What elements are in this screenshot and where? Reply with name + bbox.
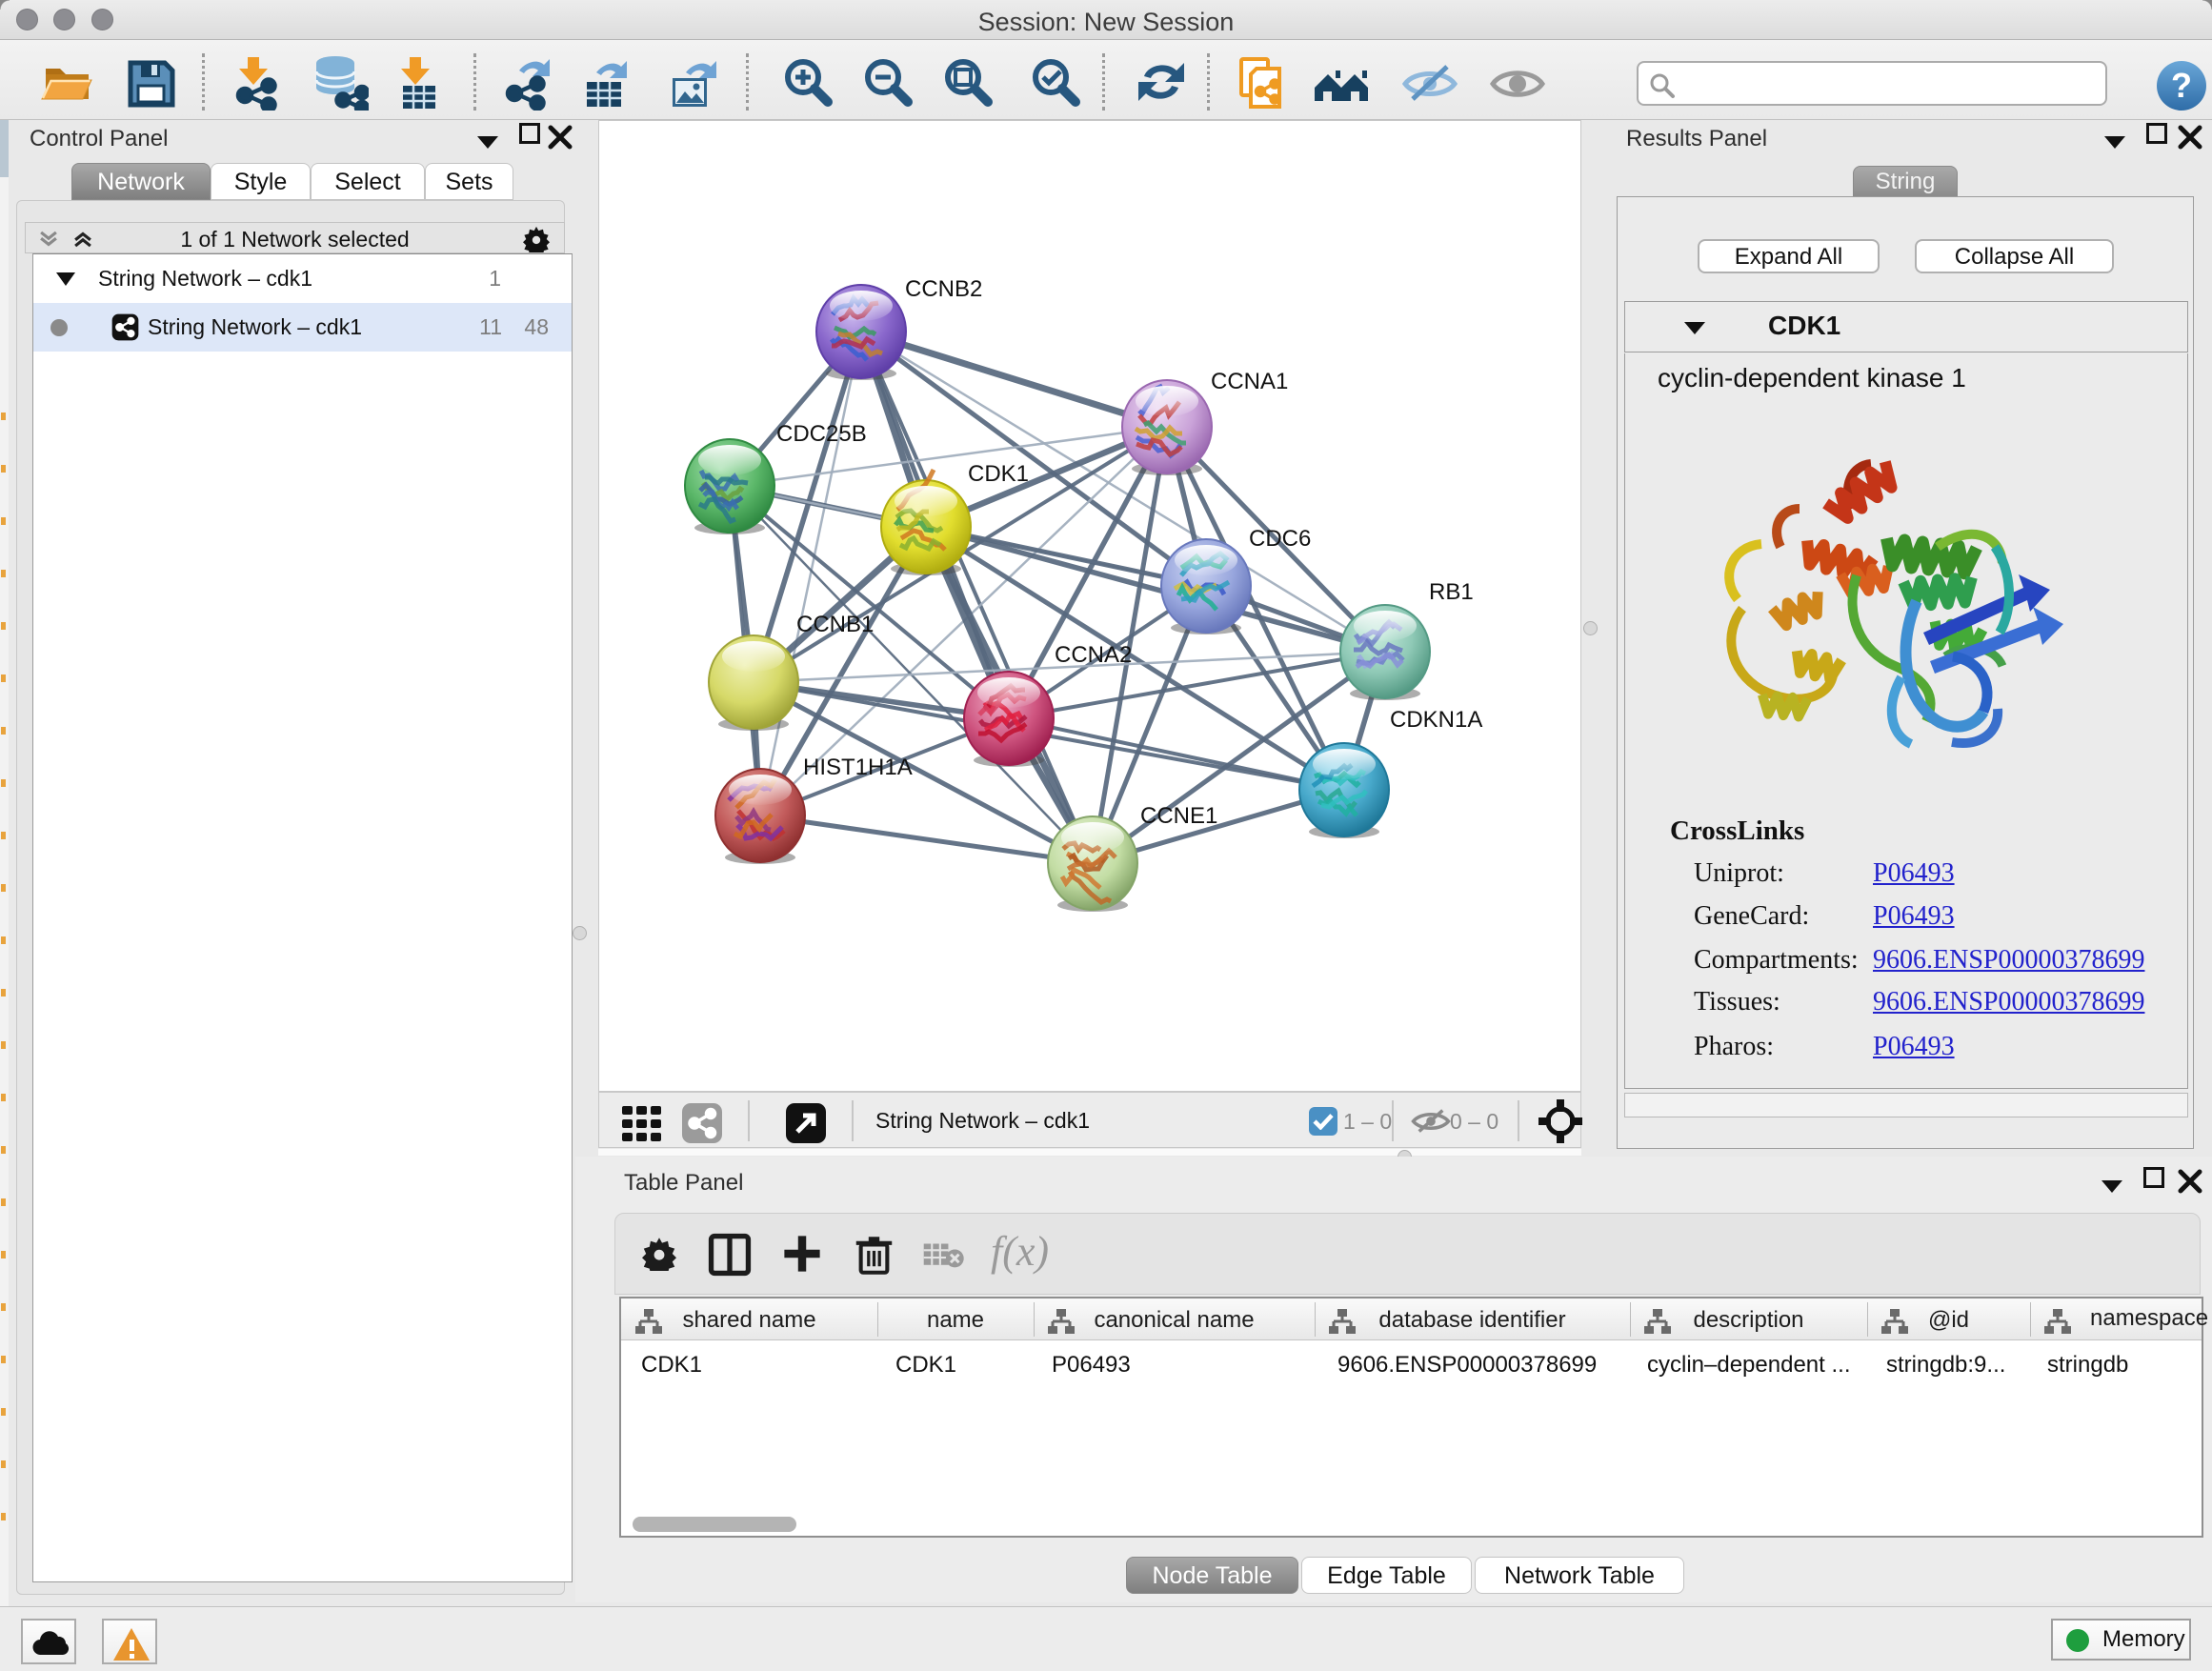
svg-text:CCNB2: CCNB2 xyxy=(905,276,982,302)
svg-text:CCNA1: CCNA1 xyxy=(1211,369,1288,394)
svg-text:CCNB1: CCNB1 xyxy=(796,612,874,637)
svg-text:CCNE1: CCNE1 xyxy=(1140,803,1217,829)
svg-text:RB1: RB1 xyxy=(1429,579,1474,605)
svg-text:CDKN1A: CDKN1A xyxy=(1390,707,1482,733)
svg-text:?: ? xyxy=(2171,66,2192,105)
svg-text:HIST1H1A: HIST1H1A xyxy=(803,755,913,780)
svg-text:CCNA2: CCNA2 xyxy=(1055,642,1132,668)
svg-text:CDC6: CDC6 xyxy=(1249,526,1311,552)
svg-text:CDK1: CDK1 xyxy=(968,461,1029,487)
svg-text:CDC25B: CDC25B xyxy=(776,421,867,447)
